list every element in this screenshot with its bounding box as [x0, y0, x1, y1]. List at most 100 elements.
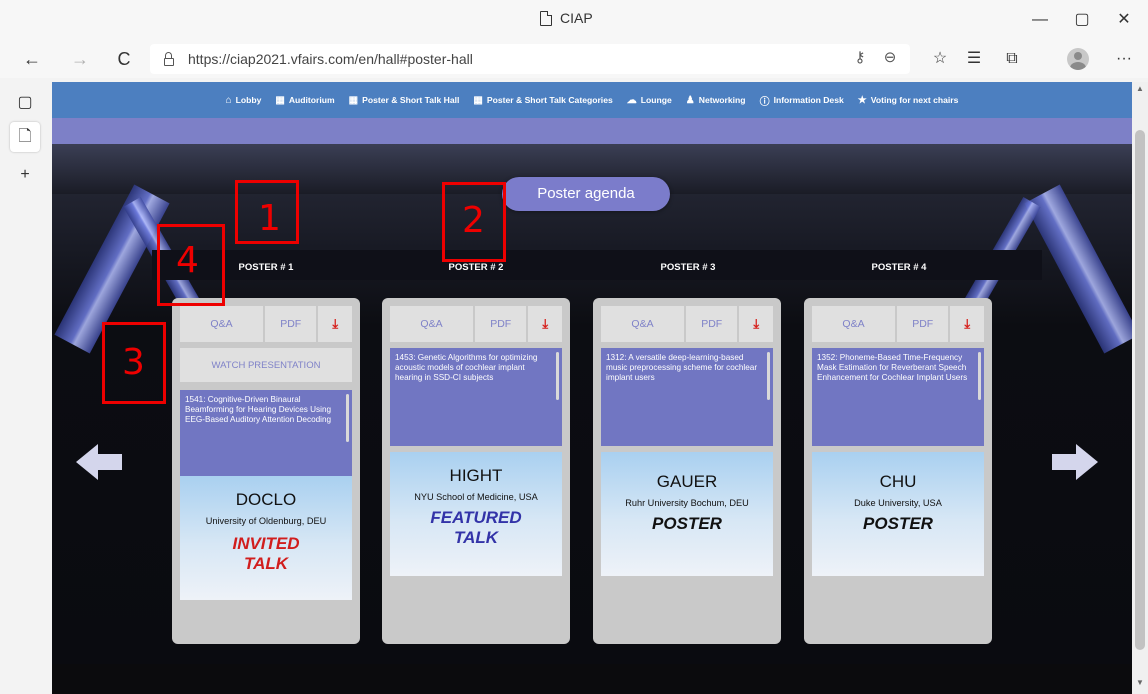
poster-2-author-panel[interactable]: HIGHT NYU School of Medicine, USA FEATUR… — [390, 452, 562, 576]
address-bar[interactable]: https://ciap2021.vfairs.com/en/hall#post… — [150, 44, 910, 74]
poster-3-affiliation: Ruhr University Bochum, DEU — [625, 498, 749, 508]
poster-2-type-line1: FEATURED — [430, 508, 522, 527]
poster-4-actions: Q&A PDF ⤓ — [812, 306, 984, 342]
poster-2-type-line2: TALK — [453, 528, 499, 547]
profile-avatar[interactable] — [1067, 48, 1089, 70]
nav-lobby[interactable]: ⌂ Lobby — [226, 95, 262, 106]
poster-2-pdf-button[interactable]: PDF — [475, 306, 527, 342]
poster-1-author-panel[interactable]: DOCLO University of Oldenburg, DEU INVIT… — [180, 476, 352, 600]
tab-actions-icon[interactable]: ▢ — [10, 88, 40, 118]
poster-2-label: POSTER # 2 — [448, 262, 504, 273]
poster-4-author: CHU — [879, 472, 917, 491]
download-icon[interactable]: ⤓ — [739, 306, 773, 342]
vertical-tabs-sidebar: ▢ 🗋 + — [0, 78, 52, 694]
close-button[interactable]: ✕ — [1112, 8, 1136, 32]
poster-card-2: Q&A PDF ⤓ 1453: Genetic Algorithms for o… — [382, 298, 570, 644]
site-nav: ⌂ Lobby ▦ Auditorium ▦ Poster & Short Talk … — [52, 82, 1132, 118]
poster-1-watch-presentation-button[interactable]: WATCH PRESENTATION — [180, 348, 352, 382]
more-menu-icon[interactable]: ··· — [1112, 47, 1136, 71]
poster-4-pdf-button[interactable]: PDF — [897, 306, 949, 342]
nav-networking[interactable]: ♟ Networking — [686, 95, 746, 106]
star-icon: ★ — [857, 94, 867, 106]
poster-3-label: POSTER # 3 — [660, 262, 716, 273]
poster-4-qa-button[interactable]: Q&A — [812, 306, 896, 342]
annotation-number-4: 4 — [176, 240, 199, 281]
user-icon: ♟ — [685, 94, 695, 106]
forward-button[interactable]: → — [68, 47, 92, 71]
poster-3-author-panel[interactable]: GAUER Ruhr University Bochum, DEU POSTER — [601, 452, 773, 576]
poster-1-pdf-button[interactable]: PDF — [265, 306, 317, 342]
refresh-button[interactable]: C — [112, 47, 136, 71]
back-button[interactable]: ← — [20, 47, 44, 71]
info-icon: ⓘ — [759, 96, 770, 108]
browser-toolbar: ← → C https://ciap2021.vfairs.com/en/hal… — [0, 40, 1148, 78]
poster-4-abstract: 1352: Phoneme-Based Time-Frequency Mask … — [812, 348, 984, 446]
page-scrollbar[interactable]: ▲ ▼ — [1132, 82, 1148, 694]
poster-1-affiliation: University of Oldenburg, DEU — [205, 516, 327, 526]
page-viewport: ⌂ Lobby ▦ Auditorium ▦ Poster & Short Talk … — [52, 82, 1132, 694]
collections-icon[interactable]: ⧉ — [1000, 47, 1024, 71]
poster-2-actions: Q&A PDF ⤓ — [390, 306, 562, 342]
poster-card-3: Q&A PDF ⤓ 1312: A versatile deep-learnin… — [593, 298, 781, 644]
poster-1-type-line1: INVITED — [232, 534, 300, 553]
previous-arrow-icon[interactable] — [76, 442, 124, 482]
poster-4-label: POSTER # 4 — [871, 262, 927, 273]
scroll-down-arrow-icon[interactable]: ▼ — [1135, 678, 1145, 687]
poster-4-author-panel[interactable]: CHU Duke University, USA POSTER — [812, 452, 984, 576]
nav-lounge[interactable]: ☁ Lounge — [627, 95, 672, 106]
next-arrow-icon[interactable] — [1050, 442, 1098, 482]
active-tab-icon[interactable]: 🗋 — [10, 122, 40, 152]
page-icon — [540, 10, 552, 26]
poster-1-abstract: 1541: Cognitive-Driven Binaural Beamform… — [180, 390, 352, 486]
poster-card-4: Q&A PDF ⤓ 1352: Phoneme-Based Time-Frequ… — [804, 298, 992, 644]
home-icon: ⌂ — [225, 94, 232, 106]
url-text: https://ciap2021.vfairs.com/en/hall#post… — [188, 51, 473, 67]
poster-3-qa-button[interactable]: Q&A — [601, 306, 685, 342]
window-titlebar: CIAP — ▢ ✕ — [0, 0, 1148, 40]
nav-auditorium[interactable]: ▦ Auditorium — [275, 95, 334, 106]
poster-agenda-button[interactable]: Poster agenda — [502, 177, 670, 211]
poster-2-abstract: 1453: Genetic Algorithms for optimizing … — [390, 348, 562, 446]
nav-voting-label: Voting for next chairs — [870, 95, 959, 105]
nav-voting[interactable]: ★ Voting for next chairs — [858, 95, 959, 106]
nav-lobby-label: Lobby — [235, 95, 262, 105]
download-icon[interactable]: ⤓ — [528, 306, 562, 342]
poster-3-pdf-button[interactable]: PDF — [686, 306, 738, 342]
annotation-number-3: 3 — [122, 342, 145, 383]
poster-2-qa-button[interactable]: Q&A — [390, 306, 474, 342]
nav-information-desk[interactable]: ⓘ Information Desk — [760, 93, 844, 108]
download-icon[interactable]: ⤓ — [318, 306, 352, 342]
annotation-number-1: 1 — [258, 198, 281, 239]
minimize-button[interactable]: — — [1028, 8, 1052, 32]
scroll-up-arrow-icon[interactable]: ▲ — [1135, 84, 1145, 93]
favorites-list-icon[interactable]: ☰ — [962, 47, 986, 71]
poster-3-abstract: 1312: A versatile deep-learning-based mu… — [601, 348, 773, 446]
poster-1-actions: Q&A PDF ⤓ — [180, 306, 352, 342]
table-icon: ▦ — [473, 94, 483, 106]
nav-poster-hall[interactable]: ▦ Poster & Short Talk Hall — [349, 95, 460, 106]
favorite-star-icon[interactable]: ☆ — [928, 47, 952, 71]
nav-poster-categories-label: Poster & Short Talk Categories — [486, 95, 613, 105]
nav-information-desk-label: Information Desk — [773, 95, 844, 105]
scroll-thumb[interactable] — [1135, 130, 1145, 650]
poster-3-author: GAUER — [656, 472, 718, 491]
poster-4-affiliation: Duke University, USA — [854, 498, 942, 508]
poster-1-qa-button[interactable]: Q&A — [180, 306, 264, 342]
window-title-text: CIAP — [560, 10, 593, 26]
annotation-number-2: 2 — [462, 200, 485, 241]
poster-3-type-line1: POSTER — [652, 514, 722, 533]
maximize-button[interactable]: ▢ — [1070, 8, 1094, 32]
poster-1-author: DOCLO — [235, 490, 297, 509]
poster-2-affiliation: NYU School of Medicine, USA — [414, 492, 538, 502]
table-icon: ▦ — [348, 94, 359, 106]
nav-poster-categories[interactable]: ▦ Poster & Short Talk Categories — [473, 95, 612, 106]
grid-icon: ▦ — [275, 94, 285, 106]
key-icon[interactable]: ⚷ — [850, 48, 870, 66]
download-icon[interactable]: ⤓ — [950, 306, 984, 342]
nav-band — [52, 118, 1132, 144]
nav-auditorium-label: Auditorium — [288, 95, 335, 105]
nav-lounge-label: Lounge — [640, 95, 672, 105]
zoom-icon[interactable]: ⊖ — [880, 48, 900, 66]
new-tab-icon[interactable]: + — [10, 160, 40, 190]
hall-floor — [52, 664, 1132, 694]
